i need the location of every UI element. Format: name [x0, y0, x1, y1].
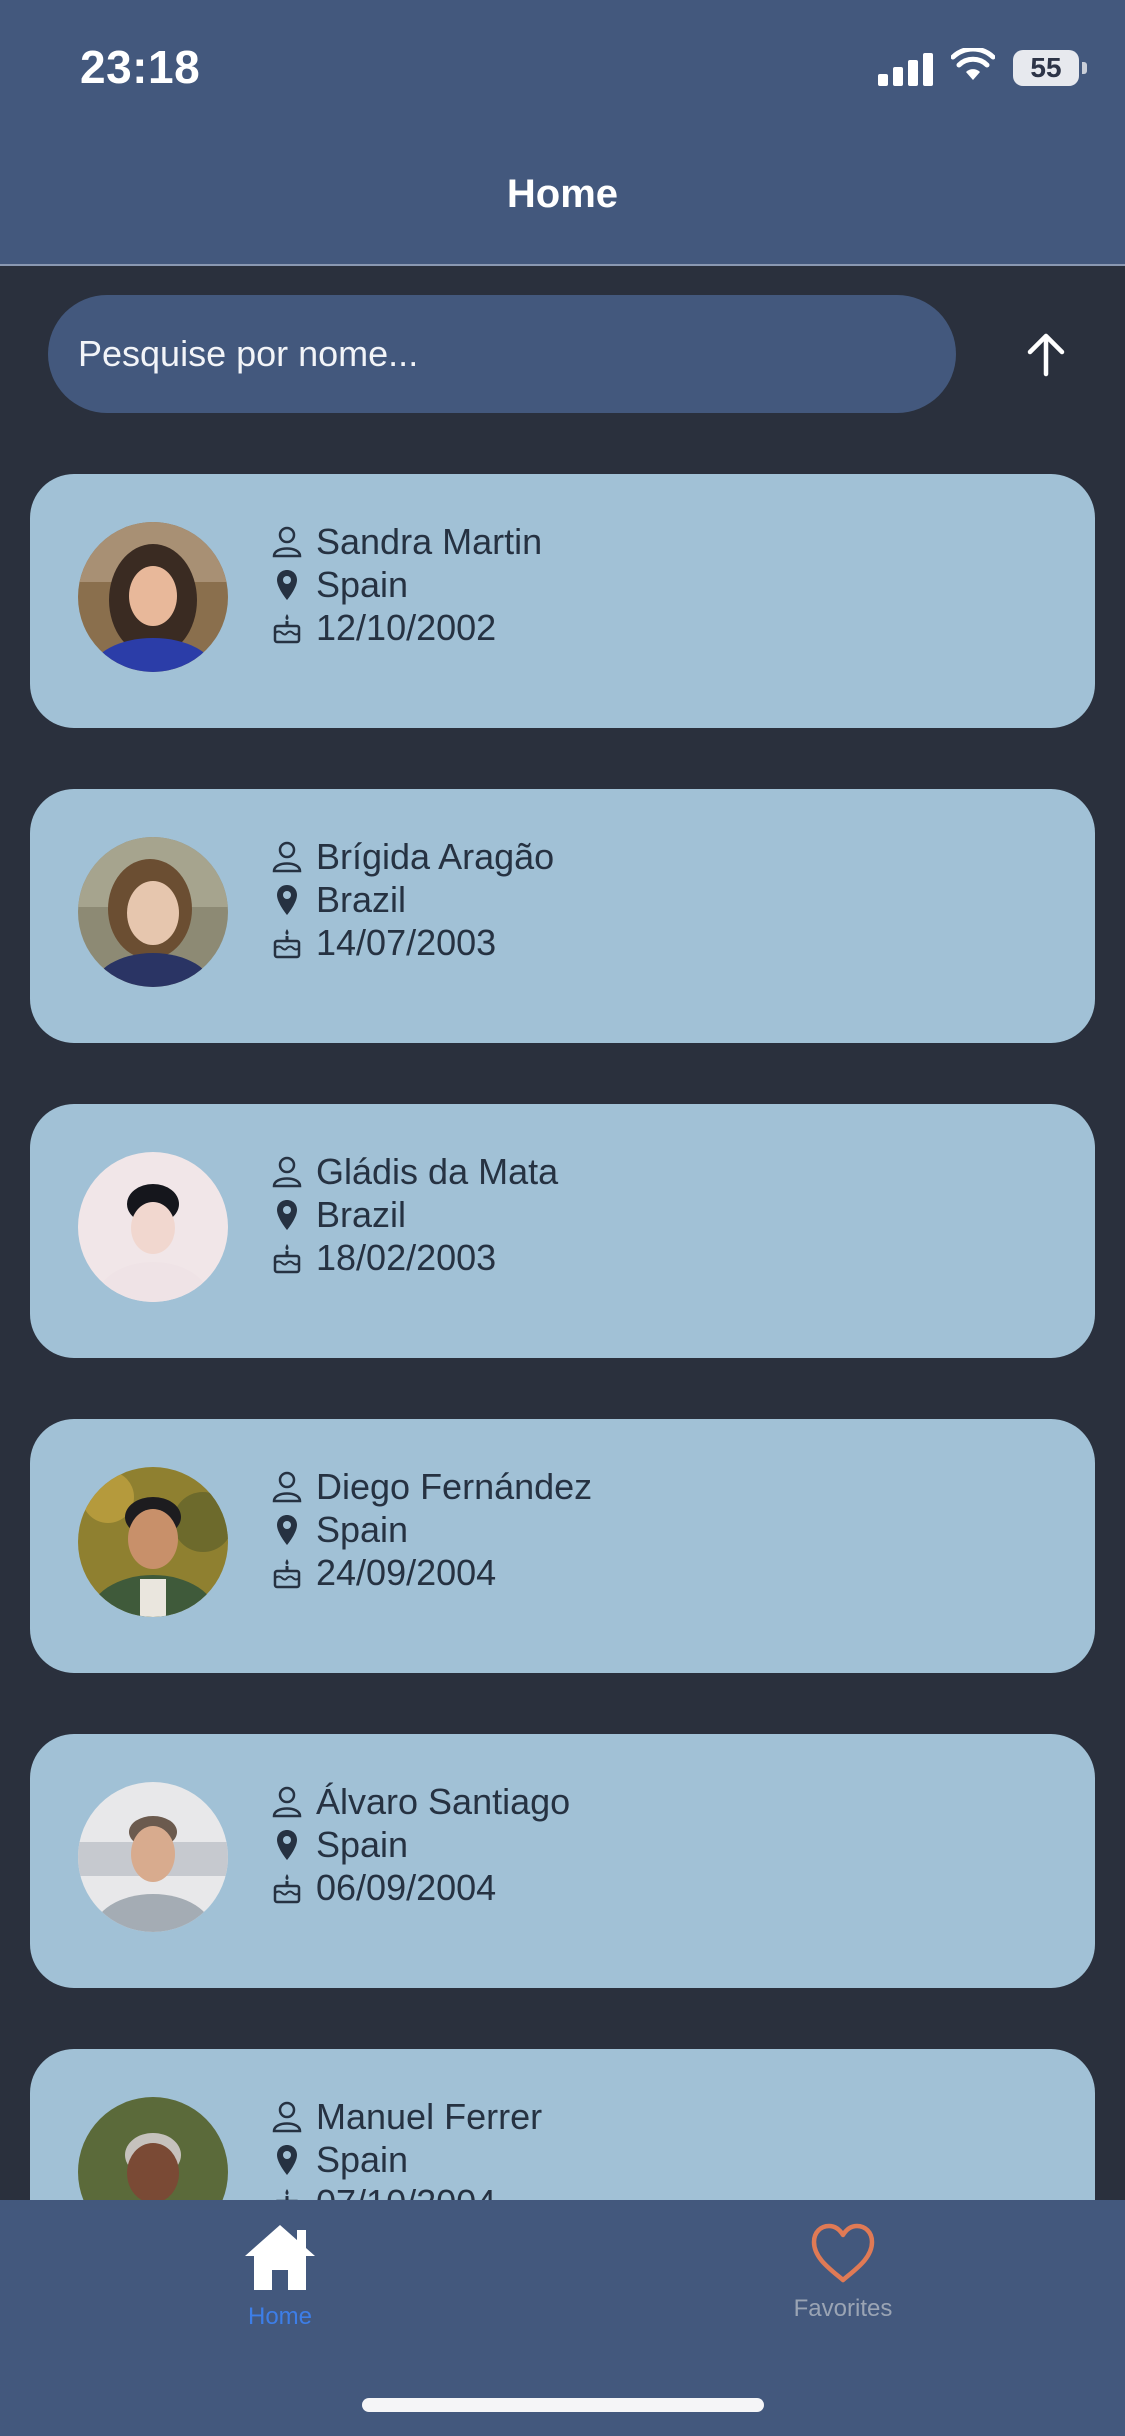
battery-level: 55: [1030, 51, 1062, 83]
location-pin-icon: [270, 1828, 304, 1862]
person-birthdate: 06/09/2004: [316, 1866, 497, 1908]
country-row: Spain: [270, 563, 542, 606]
person-info: Gládis da Mata Brazil 18/02/2003: [270, 1150, 558, 1279]
birthdate-row: 14/07/2003: [270, 921, 554, 964]
cellular-signal-icon: [878, 50, 933, 86]
person-icon: [270, 2100, 304, 2134]
location-pin-icon: [270, 2143, 304, 2177]
search-input[interactable]: [48, 295, 956, 413]
person-icon: [270, 840, 304, 874]
avatar: [78, 837, 228, 987]
arrow-up-icon: [1022, 330, 1070, 383]
heart-icon: [810, 2222, 876, 2289]
name-row: Álvaro Santiago: [270, 1780, 570, 1823]
home-indicator[interactable]: [362, 2398, 764, 2412]
location-pin-icon: [270, 883, 304, 917]
person-country: Spain: [316, 2138, 409, 2180]
name-row: Diego Fernández: [270, 1465, 592, 1508]
person-country: Spain: [316, 1508, 409, 1550]
location-pin-icon: [270, 568, 304, 602]
person-birthdate: 07/10/2004: [316, 2182, 496, 2201]
avatar: [78, 1152, 228, 1302]
tab-home-label: Home: [247, 2303, 313, 2330]
person-name: Manuel Ferrer: [316, 2095, 543, 2137]
status-indicators: 55: [878, 46, 1087, 87]
person-info: Sandra Martin Spain 12/10/2002: [270, 520, 542, 649]
name-row: Manuel Ferrer: [270, 2095, 542, 2138]
person-card[interactable]: Álvaro Santiago Spain 06/09/2004: [30, 1734, 1095, 1988]
person-card[interactable]: Gládis da Mata Brazil 18/02/2003: [30, 1104, 1095, 1358]
person-name: Álvaro Santiago: [316, 1780, 571, 1822]
person-country: Brazil: [316, 878, 407, 920]
birthdate-row: 06/09/2004: [270, 1866, 570, 1909]
birthdate-row: 12/10/2002: [270, 606, 542, 649]
person-icon: [270, 1785, 304, 1819]
cake-icon: [270, 926, 304, 960]
birthdate-row: 24/09/2004: [270, 1551, 592, 1594]
cake-icon: [270, 2186, 304, 2200]
person-country: Spain: [316, 1823, 409, 1865]
person-info: Álvaro Santiago Spain 06/09/2004: [270, 1780, 570, 1909]
person-info: Manuel Ferrer Spain 07/10/2004: [270, 2095, 542, 2200]
country-row: Spain: [270, 1508, 592, 1551]
person-name: Sandra Martin: [316, 520, 543, 562]
location-pin-icon: [270, 1513, 304, 1547]
person-name: Gládis da Mata: [316, 1150, 559, 1192]
tab-home[interactable]: Home: [150, 2222, 410, 2352]
location-pin-icon: [270, 1198, 304, 1232]
person-info: Brígida Aragão Brazil 14/07/2003: [270, 835, 554, 964]
avatar: [78, 1782, 228, 1932]
page-title: Home: [506, 172, 619, 216]
birthdate-row: 07/10/2004: [270, 2181, 542, 2200]
cake-icon: [270, 611, 304, 645]
person-icon: [270, 1155, 304, 1189]
person-name: Brígida Aragão: [316, 835, 555, 877]
country-row: Brazil: [270, 878, 554, 921]
person-card[interactable]: Diego Fernández Spain 24/09/2004: [30, 1419, 1095, 1673]
avatar: [78, 2097, 228, 2200]
name-row: Brígida Aragão: [270, 835, 554, 878]
country-row: Spain: [270, 2138, 542, 2181]
country-row: Brazil: [270, 1193, 558, 1236]
battery-icon: 55: [1013, 49, 1087, 86]
cake-icon: [270, 1871, 304, 1905]
home-icon: [242, 2222, 318, 2297]
person-country: Spain: [316, 563, 409, 605]
wifi-icon: [950, 46, 996, 87]
tab-favorites-label: Favorites: [793, 2295, 893, 2322]
person-card[interactable]: Sandra Martin Spain 12/10/2002: [30, 474, 1095, 728]
country-row: Spain: [270, 1823, 570, 1866]
cake-icon: [270, 1241, 304, 1275]
tab-favorites[interactable]: Favorites: [713, 2222, 973, 2352]
person-name: Diego Fernández: [316, 1465, 593, 1507]
status-time: 23:18: [80, 41, 201, 93]
person-card[interactable]: Brígida Aragão Brazil 14/07/2003: [30, 789, 1095, 1043]
avatar: [78, 522, 228, 672]
person-birthdate: 12/10/2002: [316, 606, 497, 648]
name-row: Sandra Martin: [270, 520, 542, 563]
app-header: 23:18 55 Home: [0, 0, 1125, 266]
person-country: Brazil: [316, 1193, 407, 1235]
person-birthdate: 24/09/2004: [316, 1551, 497, 1593]
person-card[interactable]: Manuel Ferrer Spain 07/10/2004: [30, 2049, 1095, 2200]
avatar: [78, 1467, 228, 1617]
cake-icon: [270, 1556, 304, 1590]
person-icon: [270, 525, 304, 559]
birthdate-row: 18/02/2003: [270, 1236, 558, 1279]
person-info: Diego Fernández Spain 24/09/2004: [270, 1465, 592, 1594]
person-birthdate: 14/07/2003: [316, 921, 497, 963]
sort-button[interactable]: [1008, 318, 1084, 394]
person-icon: [270, 1470, 304, 1504]
name-row: Gládis da Mata: [270, 1150, 558, 1193]
person-birthdate: 18/02/2003: [316, 1236, 497, 1278]
